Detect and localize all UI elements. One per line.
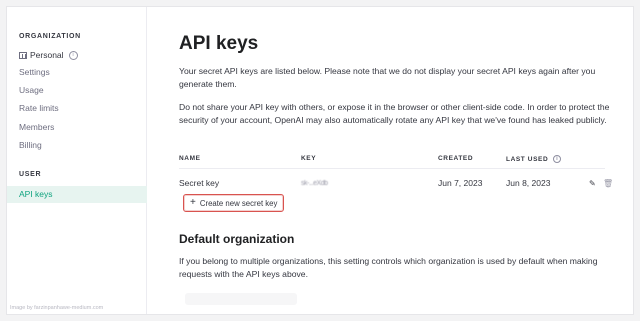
sidebar-item-personal[interactable]: Personal i [19,50,78,60]
key-value-cell: sk-...eXdb [301,180,328,187]
column-header-last-used-label: LAST USED [506,155,549,163]
edit-pencil-icon[interactable]: ✎ [589,179,596,188]
column-header-key: KEY [301,155,317,162]
organization-select[interactable] [185,293,297,305]
default-organization-description: If you belong to multiple organizations,… [179,256,598,279]
key-name-cell: Secret key [179,178,220,188]
create-new-secret-key-button[interactable]: + Create new secret key [183,194,285,212]
table-divider [179,168,605,169]
key-last-used-cell: Jun 8, 2023 [506,178,551,188]
sidebar-section-organization: ORGANIZATION [19,33,81,40]
column-header-created: CREATED [438,155,474,162]
sidebar-item-rate-limits[interactable]: Rate limits [19,103,59,113]
sidebar-section-user: USER [19,171,42,178]
app-window: ORGANIZATION Personal i Settings Usage R… [6,6,634,315]
info-icon[interactable]: i [68,50,78,60]
create-button-label: Create new secret key [199,198,278,208]
column-header-name: NAME [179,155,201,162]
watermark: Image by farzinpanhawe-medium.com [10,305,104,311]
main-content: API keys Your secret API keys are listed… [179,7,619,314]
sidebar-item-settings[interactable]: Settings [19,67,50,77]
sidebar-item-label: Personal [30,50,64,60]
page-title: API keys [179,33,259,54]
info-icon[interactable]: i [553,155,562,163]
sidebar-item-billing[interactable]: Billing [19,140,42,150]
intro-text: Your secret API keys are listed below. P… [179,66,596,89]
building-icon [19,51,27,59]
plus-icon: + [190,197,196,208]
column-header-last-used: LAST USED i [506,155,562,163]
key-created-cell: Jun 7, 2023 [438,178,483,188]
trash-icon[interactable]: 🗑 [603,179,613,188]
sidebar-item-members[interactable]: Members [19,122,54,132]
sidebar: ORGANIZATION Personal i Settings Usage R… [7,7,147,314]
default-organization-title: Default organization [179,232,295,246]
sidebar-item-api-keys[interactable]: API keys [7,186,147,203]
sidebar-item-usage[interactable]: Usage [19,85,44,95]
warning-text: Do not share your API key with others, o… [179,102,610,125]
